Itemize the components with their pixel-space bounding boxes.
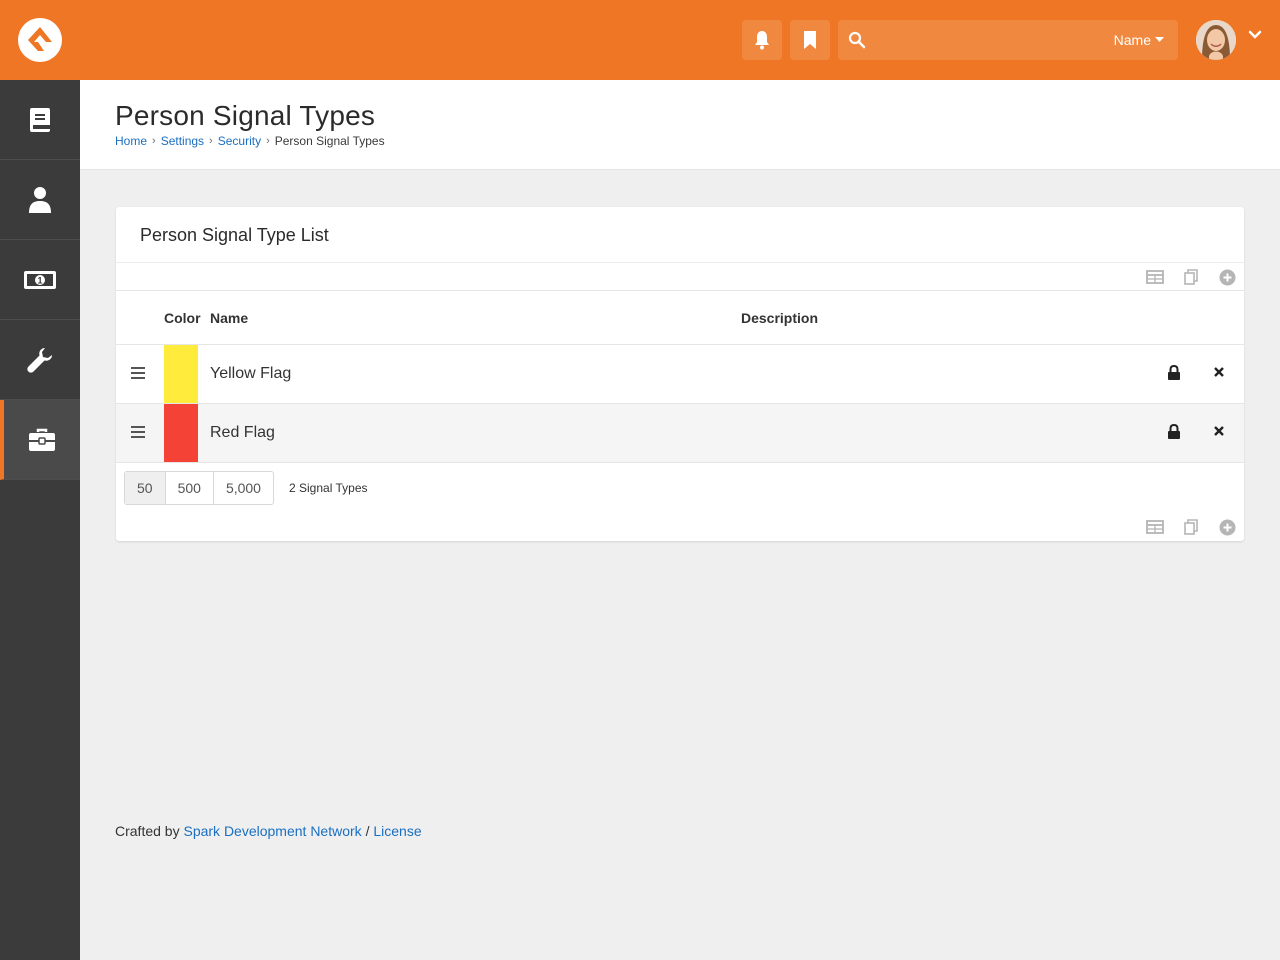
breadcrumb-security[interactable]: Security [218, 134, 261, 148]
breadcrumb-settings[interactable]: Settings [161, 134, 204, 148]
grid-actions-bottom [1146, 518, 1236, 536]
footer-separator: / [365, 823, 370, 839]
color-swatch [164, 345, 198, 403]
page-size-option[interactable]: 50 [125, 472, 166, 504]
wrench-icon [27, 347, 52, 373]
bell-icon [755, 31, 769, 50]
color-swatch [164, 404, 198, 462]
column-header-description[interactable]: Description [741, 310, 818, 326]
search-scope-label: Name [1113, 32, 1151, 48]
sidebar-item-admin[interactable] [0, 400, 80, 480]
table-icon [1146, 270, 1164, 284]
breadcrumb-home[interactable]: Home [115, 134, 147, 148]
signal-type-list-panel: Person Signal Type List Color Name Descr… [116, 207, 1244, 541]
grid-actions-top [1146, 268, 1236, 286]
page-title: Person Signal Types [115, 100, 376, 131]
book-icon [30, 107, 50, 132]
breadcrumb-current: Person Signal Types [274, 134, 385, 148]
table-row[interactable]: Yellow Flag [116, 345, 1244, 404]
person-icon [29, 186, 51, 213]
grid-export-button[interactable] [1146, 518, 1164, 536]
bookmarks-button[interactable] [790, 20, 830, 60]
page-header: Person Signal Types Home › Settings › Se… [80, 80, 1280, 170]
breadcrumb-separator-icon: › [152, 135, 156, 147]
search-input[interactable] [874, 26, 1094, 54]
sidebar: 1 [0, 80, 80, 960]
grid-add-button[interactable] [1218, 518, 1236, 536]
footer-prefix: Crafted by [115, 823, 180, 839]
avatar[interactable] [1196, 20, 1236, 60]
chevron-down-icon[interactable] [1248, 30, 1262, 40]
row-name: Red Flag [210, 424, 275, 441]
table-icon [1146, 520, 1164, 534]
page-size-option[interactable]: 5,000 [214, 472, 273, 504]
column-header-color[interactable]: Color [164, 310, 201, 326]
caret-down-icon [1155, 37, 1164, 42]
page-size-selector: 50 500 5,000 [124, 471, 274, 505]
add-circle-icon [1219, 519, 1235, 535]
rock-logo-icon[interactable] [18, 18, 62, 62]
table-header: Color Name Description [116, 290, 1244, 345]
copy-icon [1184, 269, 1198, 285]
search-icon [848, 31, 866, 49]
breadcrumb-separator-icon: › [266, 135, 270, 147]
sidebar-item-tools[interactable] [0, 320, 80, 400]
svg-text:1: 1 [37, 275, 42, 285]
delete-icon[interactable] [1213, 366, 1225, 378]
top-navbar: Name [0, 0, 1280, 80]
grid-merge-button[interactable] [1182, 518, 1200, 536]
notifications-button[interactable] [742, 20, 782, 60]
search-scope-dropdown[interactable]: Name [1114, 20, 1164, 60]
table-row[interactable]: Red Flag [116, 404, 1244, 463]
briefcase-icon [29, 428, 55, 451]
drag-handle-icon[interactable] [130, 425, 146, 439]
sidebar-item-people[interactable] [0, 160, 80, 240]
delete-icon[interactable] [1213, 425, 1225, 437]
footer-license-link[interactable]: License [373, 823, 421, 839]
money-icon: 1 [24, 270, 56, 289]
drag-handle-icon[interactable] [130, 366, 146, 380]
add-circle-icon [1219, 269, 1235, 285]
page-size-option[interactable]: 500 [166, 472, 214, 504]
breadcrumb: Home › Settings › Security › Person Sign… [115, 134, 385, 148]
lock-icon[interactable] [1167, 365, 1181, 381]
bookmark-icon [804, 31, 816, 49]
search-bar: Name [838, 20, 1178, 60]
footer: Crafted by Spark Development Network / L… [115, 823, 422, 839]
row-name: Yellow Flag [210, 365, 292, 382]
copy-icon [1184, 519, 1198, 535]
lock-icon[interactable] [1167, 424, 1181, 440]
divider [116, 262, 1244, 263]
footer-org-link[interactable]: Spark Development Network [183, 823, 361, 839]
sidebar-item-content[interactable] [0, 80, 80, 160]
sidebar-item-finance[interactable]: 1 [0, 240, 80, 320]
grid-merge-button[interactable] [1182, 268, 1200, 286]
panel-title: Person Signal Type List [140, 225, 329, 245]
item-count: 2 Signal Types [289, 481, 368, 495]
grid-add-button[interactable] [1218, 268, 1236, 286]
grid-export-button[interactable] [1146, 268, 1164, 286]
breadcrumb-separator-icon: › [209, 135, 213, 147]
column-header-name[interactable]: Name [210, 310, 248, 326]
